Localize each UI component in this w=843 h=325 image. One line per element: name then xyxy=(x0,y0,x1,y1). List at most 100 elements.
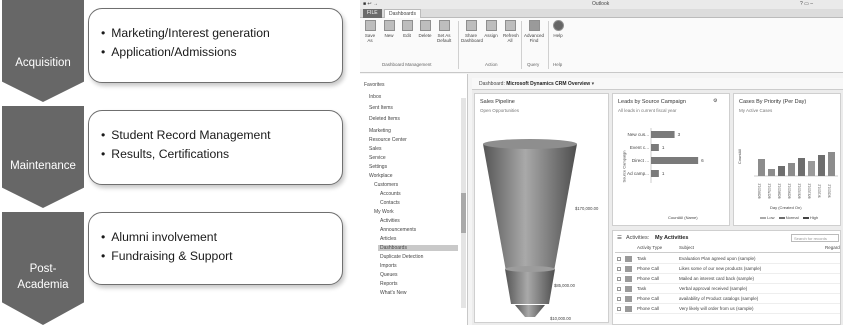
activity-subject[interactable]: availability of Product catalogs (sample… xyxy=(679,296,758,301)
date-tick: 9/1/2012 xyxy=(817,184,822,198)
ribbon-tabs: FILE Dashboards xyxy=(360,9,843,18)
column-bar[interactable] xyxy=(808,161,815,176)
tab-dashboards[interactable]: Dashboards xyxy=(384,9,421,18)
view-selector[interactable]: My Activities xyxy=(655,235,688,241)
column-bar[interactable] xyxy=(818,155,825,176)
nav-item[interactable]: What's New xyxy=(380,290,407,296)
share-icon xyxy=(465,20,477,31)
nav-section[interactable]: Workplace xyxy=(369,173,393,179)
nav-subsection[interactable]: My Work xyxy=(374,209,394,215)
crm-screenshot: ■ ↩ → Outlook ? ▭ – FILE Dashboards Save… xyxy=(360,0,843,325)
nav-section[interactable]: Marketing xyxy=(369,128,391,134)
column-header[interactable]: Regard xyxy=(825,245,840,250)
activity-subject[interactable]: Likes some of our new products (sample) xyxy=(679,266,761,271)
column-bar[interactable] xyxy=(788,163,795,176)
nav-item[interactable]: Inbox xyxy=(369,94,381,100)
table-row[interactable]: Phone Call Mailed an interest card back (… xyxy=(615,275,840,284)
nav-item[interactable]: Articles xyxy=(380,236,396,242)
button-label: Refresh All xyxy=(503,33,519,44)
nav-item[interactable]: Duplicate Detection xyxy=(380,254,423,260)
stage-bullet: Student Record Management xyxy=(101,126,330,145)
data-label: 6 xyxy=(701,158,704,163)
x-axis-label: Day (Created On) xyxy=(770,205,802,210)
row-checkbox[interactable] xyxy=(617,257,621,261)
bar[interactable] xyxy=(651,131,675,138)
activity-subject[interactable]: Mailed an interest card back (sample) xyxy=(679,276,754,281)
set-as-default-button[interactable]: Set As Default xyxy=(437,20,451,43)
row-checkbox[interactable] xyxy=(617,277,621,281)
assign-button[interactable]: Assign xyxy=(484,20,498,38)
nav-item[interactable]: Announcements xyxy=(380,227,416,233)
column-bar[interactable] xyxy=(798,158,805,176)
nav-item[interactable]: Accounts xyxy=(380,191,401,197)
nav-section[interactable]: Resource Center xyxy=(369,137,407,143)
nav-subsection[interactable]: Customers xyxy=(374,182,398,188)
refresh-icon xyxy=(504,20,516,31)
nav-item[interactable]: Contacts xyxy=(380,200,400,206)
nav-section[interactable]: Settings xyxy=(369,164,387,170)
activity-subject[interactable]: Very likely will order from us (sample) xyxy=(679,306,754,311)
leads-bar-chart: New cus... 3 Event c... 1 Direct ... 6 Ad camp… xyxy=(627,128,704,183)
nav-item[interactable]: Deleted Items xyxy=(369,116,400,122)
funnel-value: $170,000.00 xyxy=(575,206,599,211)
row-checkbox[interactable] xyxy=(617,307,621,311)
tab-file[interactable]: FILE xyxy=(363,9,382,18)
refresh-all-button[interactable]: Refresh All xyxy=(503,20,519,44)
table-row[interactable]: Phone Call Very likely will order from us… xyxy=(615,305,840,314)
binoculars-icon xyxy=(528,20,540,31)
nav-item-selected[interactable]: Dashboards xyxy=(378,245,458,251)
activity-subject[interactable]: Evaluation Plan agreed upon (sample) xyxy=(679,256,756,261)
nav-item[interactable]: Reports xyxy=(380,281,398,287)
dashboard-area: Dashboard: Microsoft Dynamics CRM Overvi… xyxy=(472,78,843,325)
table-row[interactable]: Task Evaluation Plan agreed upon (sample) xyxy=(615,255,840,264)
bar[interactable] xyxy=(651,170,659,177)
phone-icon xyxy=(625,296,632,302)
nav-item[interactable]: Sent Items xyxy=(369,105,393,111)
panel-tools-icon[interactable]: ⚙ xyxy=(713,98,717,104)
column-header[interactable]: Subject xyxy=(679,245,694,250)
row-checkbox[interactable] xyxy=(617,287,621,291)
save-as-button[interactable]: Save As xyxy=(363,20,377,43)
panel-title: Cases By Priority (Per Day) xyxy=(739,99,807,105)
help-button[interactable]: Help xyxy=(551,20,565,38)
row-checkbox[interactable] xyxy=(617,267,621,271)
delete-button[interactable]: Delete xyxy=(418,20,432,38)
funnel-value: $85,000.00 xyxy=(554,283,575,288)
scroll-thumb[interactable] xyxy=(461,193,466,233)
favorites-header[interactable]: Favorites xyxy=(364,82,385,88)
chevron-down-icon[interactable]: ▾ xyxy=(592,81,595,87)
row-checkbox[interactable] xyxy=(617,297,621,301)
funnel-segment[interactable] xyxy=(515,305,545,317)
advanced-find-button[interactable]: Advanced Find xyxy=(524,20,544,43)
column-bar[interactable] xyxy=(778,166,785,176)
funnel-segment[interactable] xyxy=(505,269,555,304)
nav-section[interactable]: Sales xyxy=(369,146,382,152)
column-header[interactable]: Activity Type xyxy=(637,245,662,250)
table-row[interactable]: Task Verbal approval received (sample) xyxy=(615,285,840,294)
column-bar[interactable] xyxy=(768,169,775,176)
legend-swatch-normal xyxy=(778,217,785,219)
nav-section[interactable]: Service xyxy=(369,155,386,161)
legend-label: High xyxy=(809,215,819,220)
panel-subtitle: All leads in current fiscal year xyxy=(618,108,677,113)
bar[interactable] xyxy=(651,157,699,164)
column-bar[interactable] xyxy=(758,159,765,176)
new-button[interactable]: New xyxy=(382,20,396,38)
title-bar: ■ ↩ → Outlook ? ▭ – xyxy=(360,0,843,9)
dashboard-selector[interactable]: Microsoft Dynamics CRM Overview xyxy=(506,81,590,87)
activity-subject[interactable]: Verbal approval received (sample) xyxy=(679,286,747,291)
nav-item[interactable]: Activities xyxy=(380,218,400,224)
table-row[interactable]: Phone Call availability of Product catalo… xyxy=(615,295,840,304)
share-dashboard-button[interactable]: Share Dashboard xyxy=(461,20,483,43)
bar[interactable] xyxy=(651,144,659,151)
navigation-pane: Favorites Inbox Sent Items Deleted Items… xyxy=(360,74,468,325)
column-bar[interactable] xyxy=(828,152,835,176)
search-input[interactable]: Search for records xyxy=(791,234,839,242)
nav-item[interactable]: Imports xyxy=(380,263,397,269)
nav-item[interactable]: Queues xyxy=(380,272,398,278)
activities-label: Activities: xyxy=(626,235,650,241)
edit-button[interactable]: Edit xyxy=(400,20,414,38)
table-row[interactable]: Phone Call Likes some of our new products… xyxy=(615,265,840,274)
nav-scrollbar[interactable] xyxy=(461,98,466,308)
date-tick: 8/26/2012 xyxy=(757,183,762,199)
